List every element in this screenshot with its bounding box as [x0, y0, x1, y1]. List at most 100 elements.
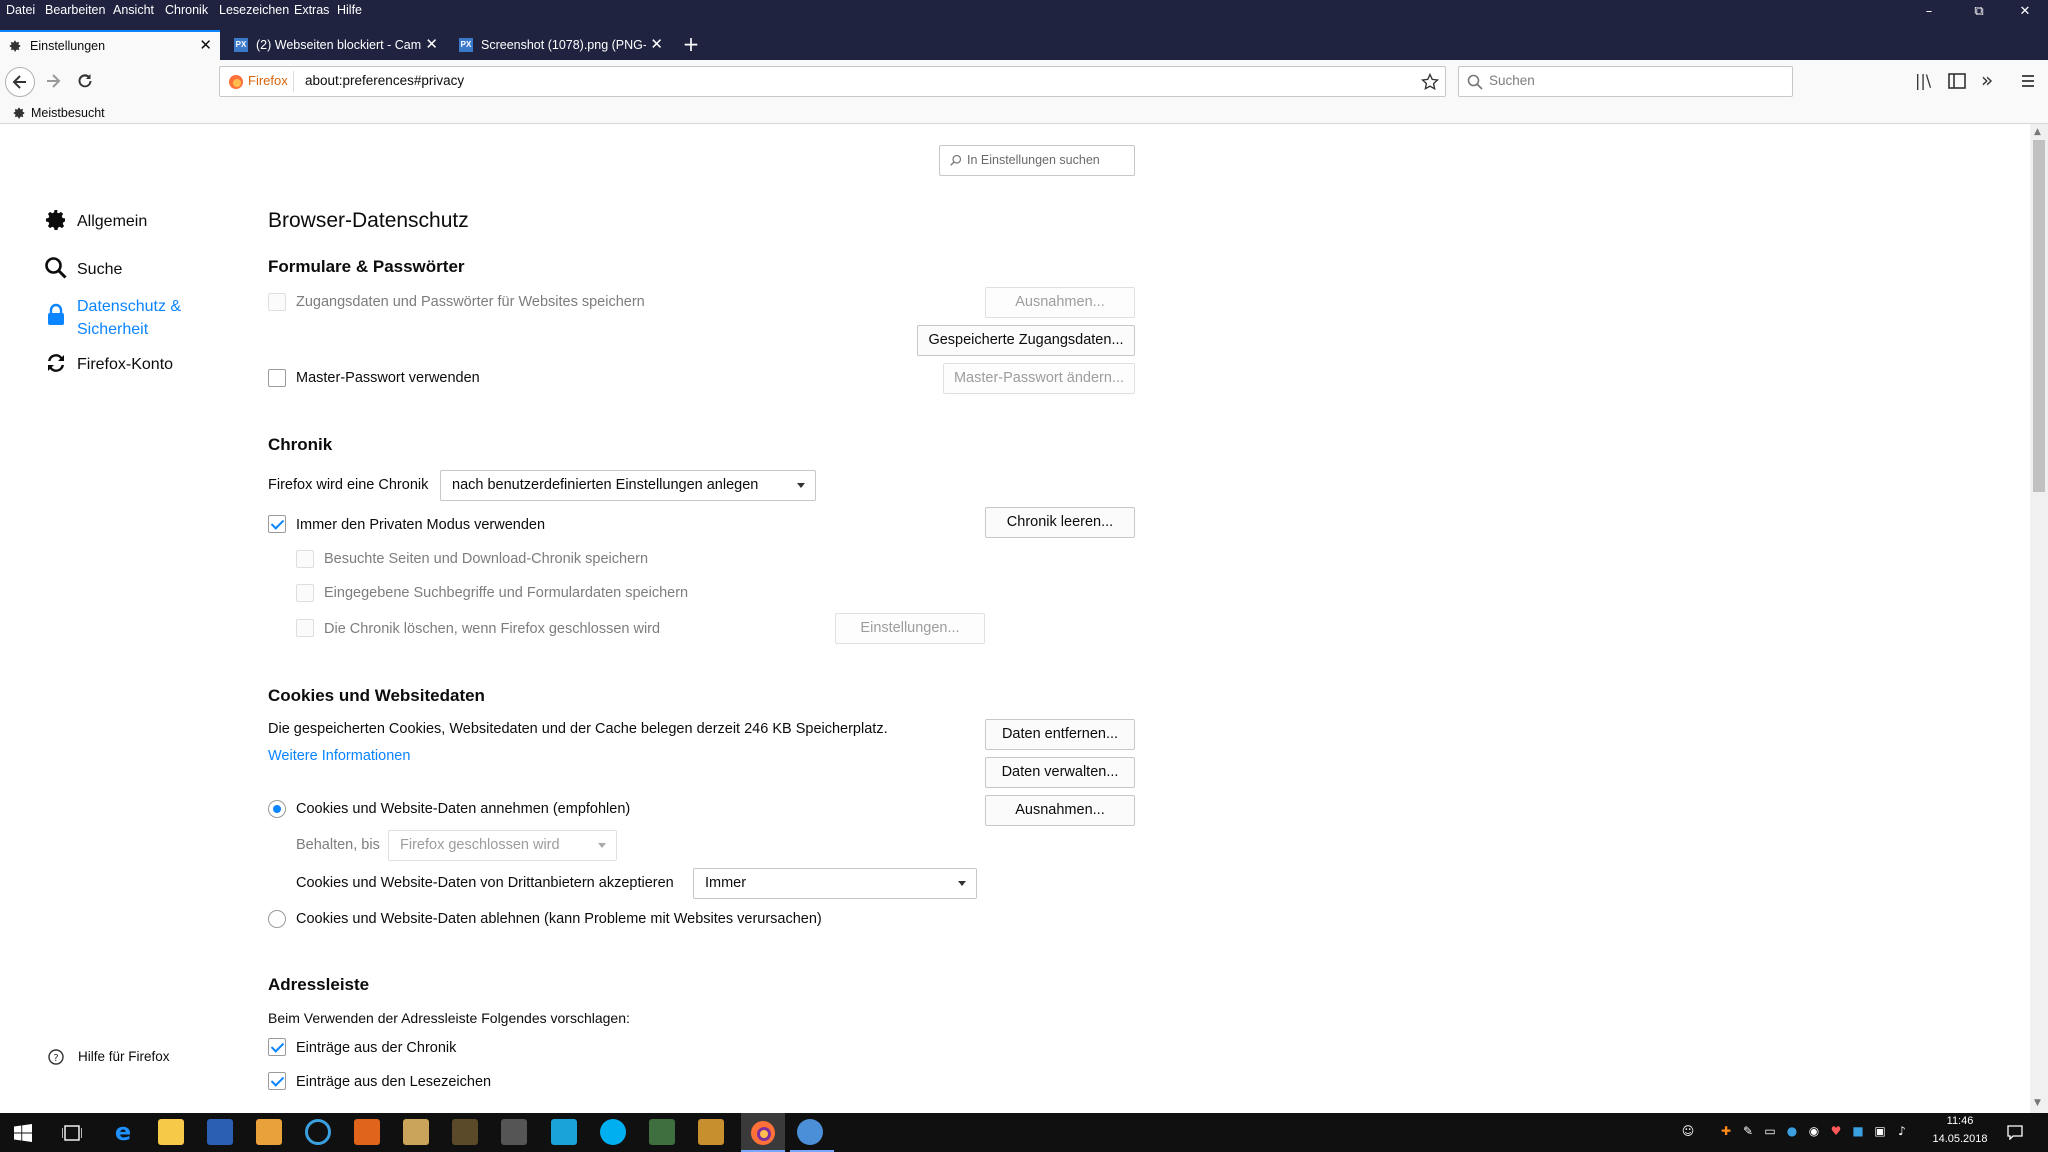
search-icon: [1467, 74, 1483, 90]
magnifier-app-icon[interactable]: [501, 1119, 527, 1145]
clear-history-button[interactable]: Chronik leeren...: [985, 507, 1135, 538]
save-logins-checkbox[interactable]: [268, 293, 286, 311]
reject-cookies-radio[interactable]: [268, 910, 286, 928]
sidebar-item-label: Allgemein: [77, 213, 148, 230]
tray-app-icon[interactable]: ✚: [1718, 1123, 1734, 1139]
manage-data-button[interactable]: Daten verwalten...: [985, 757, 1135, 788]
tray-pin-icon[interactable]: ✎: [1740, 1123, 1756, 1139]
teamviewer-icon[interactable]: [551, 1119, 577, 1145]
change-master-password-button[interactable]: Master-Passwort ändern...: [943, 363, 1135, 394]
minimize-button[interactable]: –: [1906, 0, 1952, 24]
tray-flame-icon[interactable]: ♥: [1828, 1123, 1844, 1139]
task-view-icon[interactable]: [62, 1124, 82, 1142]
clear-on-close-checkbox[interactable]: [296, 619, 314, 637]
windows-start-icon[interactable]: [14, 1124, 32, 1142]
menu-extras[interactable]: Extras: [294, 2, 329, 18]
reload-button[interactable]: [70, 67, 100, 97]
sidebar-toggle-icon[interactable]: [1948, 73, 1966, 89]
tab-title: Screenshot (1078).png (PNG-G: [481, 38, 646, 52]
suggest-bookmarks-checkbox[interactable]: [268, 1072, 286, 1090]
hamburger-menu-icon[interactable]: [2020, 73, 2036, 89]
logins-exceptions-button[interactable]: Ausnahmen...: [985, 287, 1135, 318]
network-icon[interactable]: ▣: [1872, 1123, 1888, 1139]
file-explorer-icon[interactable]: [158, 1119, 184, 1145]
archive-app-icon[interactable]: [698, 1119, 724, 1145]
url-text[interactable]: about:preferences#privacy: [305, 73, 464, 88]
sidebar-item-label-line1: Datenschutz &: [77, 298, 182, 315]
media-app-icon[interactable]: [256, 1119, 282, 1145]
menu-datei[interactable]: Datei: [6, 2, 35, 18]
accept-cookies-label: Cookies und Website-Daten annehmen (empf…: [296, 801, 631, 817]
clear-on-close-label: Die Chronik löschen, wenn Firefox geschl…: [324, 621, 661, 637]
tab-screenshot[interactable]: PX Screenshot (1078).png (PNG-G ✕: [451, 30, 671, 60]
browser-app-icon[interactable]: [305, 1119, 331, 1145]
cookies-description: Die gespeicherten Cookies, Websitedaten …: [268, 721, 888, 737]
search-bar[interactable]: Suchen: [1458, 66, 1793, 97]
usb-icon[interactable]: ▭: [1762, 1123, 1778, 1139]
scrollbar-thumb[interactable]: [2033, 140, 2045, 492]
visited-pages-checkbox[interactable]: [296, 550, 314, 568]
restore-button[interactable]: ⧉: [1956, 0, 2002, 24]
edge-icon[interactable]: e: [110, 1119, 136, 1145]
new-tab-button[interactable]: +: [680, 30, 702, 60]
bookmark-star-icon[interactable]: [1421, 73, 1439, 91]
help-icon[interactable]: ?: [48, 1049, 64, 1069]
folder-app-icon[interactable]: [403, 1119, 429, 1145]
overflow-chevron-icon[interactable]: »: [1981, 68, 1993, 92]
gear-icon: [46, 210, 65, 230]
close-tab-icon[interactable]: ✕: [425, 30, 438, 60]
menu-ansicht[interactable]: Ansicht: [113, 2, 154, 18]
tab-einstellungen[interactable]: Einstellungen ✕: [0, 30, 220, 60]
bookmark-meistbesucht[interactable]: Meistbesucht: [31, 106, 105, 120]
tray-cloud-icon[interactable]: ●: [1784, 1123, 1800, 1139]
third-party-select[interactable]: Immer: [693, 868, 977, 899]
word-app-icon[interactable]: [207, 1119, 233, 1145]
addressbar-description: Beim Verwenden der Adressleiste Folgende…: [268, 1010, 630, 1026]
tray-circle-icon[interactable]: ◉: [1806, 1123, 1822, 1139]
gear-icon: [9, 40, 21, 52]
clock-time[interactable]: 11:46: [1935, 1115, 1985, 1127]
menu-lesezeichen[interactable]: Lesezeichen: [219, 2, 289, 18]
close-tab-icon[interactable]: ✕: [199, 32, 212, 60]
people-icon[interactable]: ☺: [1680, 1123, 1696, 1139]
scroll-down-icon[interactable]: ▼: [2034, 1098, 2041, 1108]
library-icon[interactable]: ||\: [1915, 71, 1931, 90]
shell-app-icon[interactable]: [797, 1119, 823, 1145]
url-bar[interactable]: Firefox about:preferences#privacy: [219, 66, 1446, 97]
remove-data-button[interactable]: Daten entfernen...: [985, 719, 1135, 750]
close-window-button[interactable]: ✕: [2002, 0, 2048, 24]
history-settings-button[interactable]: Einstellungen...: [835, 613, 985, 644]
history-mode-select[interactable]: nach benutzerdefinierten Einstellungen a…: [440, 470, 816, 501]
scroll-up-icon[interactable]: ▲: [2034, 127, 2041, 137]
cookies-exceptions-button[interactable]: Ausnahmen...: [985, 795, 1135, 826]
help-link[interactable]: Hilfe für Firefox: [78, 1049, 170, 1064]
shift-app-icon[interactable]: [452, 1119, 478, 1145]
forward-button[interactable]: [38, 67, 68, 97]
suggest-history-checkbox[interactable]: [268, 1038, 286, 1056]
forms-heading: Formulare & Passwörter: [268, 257, 465, 276]
master-password-checkbox[interactable]: [268, 369, 286, 387]
notification-icon[interactable]: [2007, 1124, 2023, 1140]
menu-bearbeiten[interactable]: Bearbeiten: [45, 2, 105, 18]
svg-text:?: ?: [53, 1053, 58, 1064]
clock-date[interactable]: 14.05.2018: [1930, 1133, 1990, 1145]
search-placeholder: Suchen: [1489, 73, 1535, 88]
search-form-history-checkbox[interactable]: [296, 584, 314, 602]
url-divider: [293, 71, 294, 92]
menu-hilfe[interactable]: Hilfe: [337, 2, 362, 18]
private-mode-checkbox[interactable]: [268, 515, 286, 533]
volume-icon[interactable]: ♪: [1894, 1123, 1910, 1139]
keep-until-select[interactable]: Firefox geschlossen wird: [388, 830, 617, 861]
close-tab-icon[interactable]: ✕: [650, 30, 663, 60]
skype-icon[interactable]: [600, 1119, 626, 1145]
tab-webseiten-blockiert[interactable]: PX (2) Webseiten blockiert - Camp ✕: [226, 30, 446, 60]
back-button[interactable]: [5, 67, 35, 97]
more-info-link[interactable]: Weitere Informationen: [268, 748, 410, 764]
preferences-search-input[interactable]: In Einstellungen suchen: [939, 145, 1135, 176]
accept-cookies-radio[interactable]: [268, 800, 286, 818]
tray-window-icon[interactable]: ■: [1850, 1123, 1866, 1139]
color-app-icon[interactable]: [354, 1119, 380, 1145]
saved-logins-button[interactable]: Gespeicherte Zugangsdaten...: [917, 325, 1135, 356]
shield-app-icon[interactable]: [649, 1119, 675, 1145]
menu-chronik[interactable]: Chronik: [165, 2, 208, 18]
